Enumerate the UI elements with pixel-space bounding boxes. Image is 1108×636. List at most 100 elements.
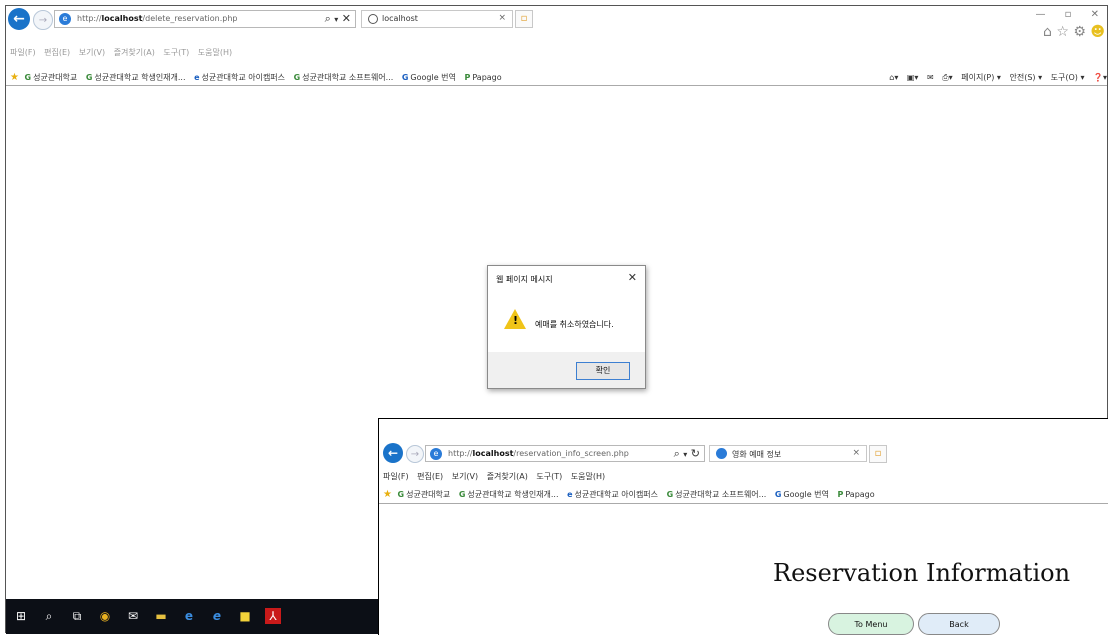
mail-icon[interactable]: ✉ xyxy=(927,73,934,82)
home-icon[interactable]: ⌂▾ xyxy=(889,73,898,82)
papago-icon: P xyxy=(464,73,471,82)
menu-edit[interactable]: 편집(E) xyxy=(44,48,70,57)
file-explorer-icon[interactable]: ▬ xyxy=(153,608,169,624)
command-tools[interactable]: 도구(O) ▾ xyxy=(1051,73,1085,82)
forward-arrow-icon[interactable]: → xyxy=(406,445,424,463)
stop-icon[interactable]: ✕ xyxy=(342,12,351,25)
web-page-message-dialog: 웹 페이지 메시지 ✕ ! 예매를 취소하였습니다. 확인 xyxy=(487,265,646,389)
address-url: http://localhost/delete_reservation.php xyxy=(77,14,238,23)
favorite-link[interactable]: G 성균관대학교 소프트웨어... xyxy=(294,73,394,82)
tab-title: 영화 예매 정보 xyxy=(732,450,782,459)
navigation-bar: ← → e http://localhost/delete_reservatio… xyxy=(6,6,1107,40)
favorite-link[interactable]: P Papago xyxy=(464,73,501,82)
dialog-footer: 확인 xyxy=(488,352,645,388)
favorite-link[interactable]: e 성균관대학교 아이캠퍼스 xyxy=(194,73,285,82)
windows-start-icon[interactable]: ⊞ xyxy=(13,608,29,624)
command-safety[interactable]: 안전(S) ▾ xyxy=(1009,73,1042,82)
menu-bar: 파일(F) 편집(E) 보기(V) 즐겨찾기(A) 도구(T) 도움말(H) xyxy=(383,471,611,482)
menu-favorites[interactable]: 즐겨찾기(A) xyxy=(114,48,155,57)
acrobat-icon[interactable]: ⅄ xyxy=(265,608,281,624)
command-page[interactable]: 페이지(P) ▾ xyxy=(961,73,1001,82)
print-icon[interactable]: ⎙▾ xyxy=(942,73,952,82)
favorite-link[interactable]: G 성균관대학교 학생인재개... xyxy=(86,73,186,82)
google-translate-icon: G xyxy=(774,490,782,499)
favorite-link[interactable]: P Papago xyxy=(837,490,874,499)
feedback-smiley-icon[interactable]: ☻ xyxy=(1090,24,1105,40)
ie-page-icon: e xyxy=(194,73,200,82)
chrome-icon[interactable]: ◉ xyxy=(97,608,113,624)
back-arrow-icon[interactable]: ← xyxy=(383,443,403,463)
papago-icon: P xyxy=(837,490,844,499)
minimize-icon[interactable]: — xyxy=(1035,9,1045,20)
address-url: http://localhost/reservation_info_screen… xyxy=(448,449,629,458)
dropdown-icon[interactable]: ▾ xyxy=(334,15,338,24)
new-tab-icon[interactable]: ▫ xyxy=(869,445,887,463)
menu-favorites[interactable]: 즐겨찾기(A) xyxy=(487,472,528,481)
feeds-icon[interactable]: ▣▾ xyxy=(907,73,919,82)
refresh-icon[interactable]: ↻ xyxy=(691,447,700,460)
mail-icon[interactable]: ✉ xyxy=(125,608,141,624)
settings-gear-icon[interactable]: ⚙ xyxy=(1073,24,1086,40)
ie-page-icon xyxy=(716,448,727,459)
favorite-link[interactable]: G 성균관대학교 xyxy=(25,73,78,82)
favorite-link[interactable]: G 성균관대학교 학생인재개... xyxy=(459,490,559,499)
tab-localhost[interactable]: localhost × xyxy=(361,10,513,28)
search-icon[interactable]: ⌕ xyxy=(41,608,57,624)
favorites-star-icon[interactable]: ☆ xyxy=(1056,24,1069,40)
search-icon[interactable]: ⌕ xyxy=(325,12,331,25)
favorites-add-icon[interactable]: ★ xyxy=(10,72,19,83)
to-menu-button[interactable]: To Menu xyxy=(828,613,914,635)
new-tab-icon[interactable]: ▫ xyxy=(515,10,533,28)
back-button[interactable]: Back xyxy=(918,613,1000,635)
favorite-link[interactable]: e 성균관대학교 아이캠퍼스 xyxy=(567,490,658,499)
toolbar-divider xyxy=(379,503,1108,504)
menu-help[interactable]: 도움말(H) xyxy=(198,48,232,57)
menu-tools[interactable]: 도구(T) xyxy=(536,472,562,481)
address-bar[interactable]: e http://localhost/delete_reservation.ph… xyxy=(54,10,356,28)
favorite-link[interactable]: G Google 번역 xyxy=(402,73,456,82)
menu-file[interactable]: 파일(F) xyxy=(383,472,409,481)
warning-mark: ! xyxy=(513,314,519,327)
address-controls: ⌕ ▾ ✕ xyxy=(325,12,351,26)
skku-icon: G xyxy=(458,490,466,499)
close-window-icon[interactable]: ✕ xyxy=(1091,9,1099,20)
dropdown-icon[interactable]: ▾ xyxy=(683,450,687,459)
ie-page-icon: e xyxy=(59,13,71,25)
help-icon[interactable]: ❓▾ xyxy=(1093,73,1107,82)
address-bar[interactable]: e http://localhost/reservation_info_scre… xyxy=(425,445,705,462)
favorite-link[interactable]: G 성균관대학교 xyxy=(398,490,451,499)
favorite-link[interactable]: G Google 번역 xyxy=(775,490,829,499)
menu-help[interactable]: 도움말(H) xyxy=(571,472,605,481)
close-icon[interactable]: ✕ xyxy=(628,271,637,284)
favorites-add-icon[interactable]: ★ xyxy=(383,489,392,500)
search-icon[interactable]: ⌕ xyxy=(674,447,680,460)
tab-title: localhost xyxy=(382,14,418,23)
menu-tools[interactable]: 도구(T) xyxy=(163,48,189,57)
close-tab-icon[interactable]: × xyxy=(852,448,860,458)
forward-arrow-icon[interactable]: → xyxy=(33,10,53,30)
close-tab-icon[interactable]: × xyxy=(498,13,506,23)
back-arrow-icon[interactable]: ← xyxy=(8,8,30,30)
taskbar: ⊞ ⌕ ⧉ ◉ ✉ ▬ e e ■ ⅄ xyxy=(6,599,378,634)
internet-explorer-icon[interactable]: e xyxy=(209,608,225,624)
menu-view[interactable]: 보기(V) xyxy=(452,472,478,481)
ok-button[interactable]: 확인 xyxy=(576,362,630,380)
toolbar-icons: ⌂ ☆ ⚙ ☻ xyxy=(1043,24,1105,40)
loading-icon xyxy=(368,14,378,24)
task-view-icon[interactable]: ⧉ xyxy=(69,608,85,624)
menu-edit[interactable]: 편집(E) xyxy=(417,472,443,481)
favorite-link[interactable]: G 성균관대학교 소프트웨어... xyxy=(667,490,767,499)
home-icon[interactable]: ⌂ xyxy=(1043,24,1052,40)
skku-icon: G xyxy=(293,73,301,82)
sticky-notes-icon[interactable]: ■ xyxy=(237,608,253,624)
menu-file[interactable]: 파일(F) xyxy=(10,48,36,57)
menu-bar: 파일(F) 편집(E) 보기(V) 즐겨찾기(A) 도구(T) 도움말(H) xyxy=(10,47,238,58)
tab-movie-reservation[interactable]: 영화 예매 정보 × xyxy=(709,445,867,462)
command-bar: ⌂▾ ▣▾ ✉ ⎙▾ 페이지(P) ▾ 안전(S) ▾ 도구(O) ▾ ❓▾ xyxy=(883,72,1107,83)
skku-icon: G xyxy=(397,490,405,499)
maximize-icon[interactable]: ▫ xyxy=(1065,9,1072,20)
menu-view[interactable]: 보기(V) xyxy=(79,48,105,57)
skku-icon: G xyxy=(666,490,674,499)
edge-icon[interactable]: e xyxy=(181,608,197,624)
dialog-message: 예매를 취소하였습니다. xyxy=(535,320,614,329)
